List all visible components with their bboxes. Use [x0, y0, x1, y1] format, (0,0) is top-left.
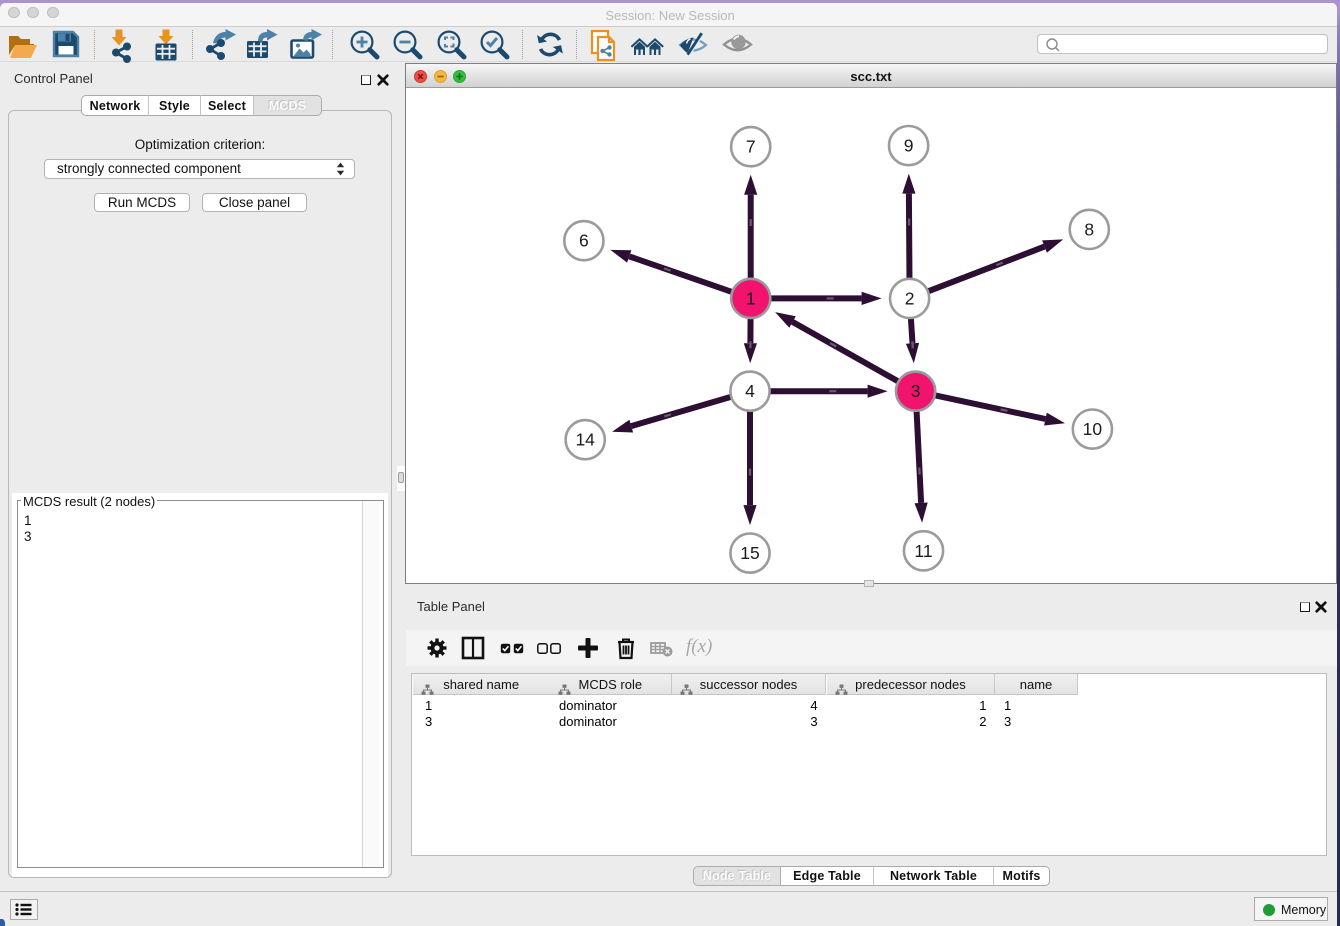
svg-text:14: 14 [575, 430, 595, 450]
svg-text:3: 3 [911, 381, 921, 401]
svg-text:7: 7 [746, 137, 756, 157]
svg-text:9: 9 [904, 136, 914, 156]
svg-text:6: 6 [579, 231, 589, 251]
svg-text:11: 11 [914, 541, 932, 561]
svg-text:15: 15 [740, 543, 759, 563]
svg-text:8: 8 [1084, 219, 1094, 239]
svg-text:10: 10 [1083, 419, 1103, 439]
svg-text:1: 1 [746, 288, 756, 308]
svg-text:2: 2 [905, 288, 915, 308]
svg-text:4: 4 [745, 381, 755, 401]
